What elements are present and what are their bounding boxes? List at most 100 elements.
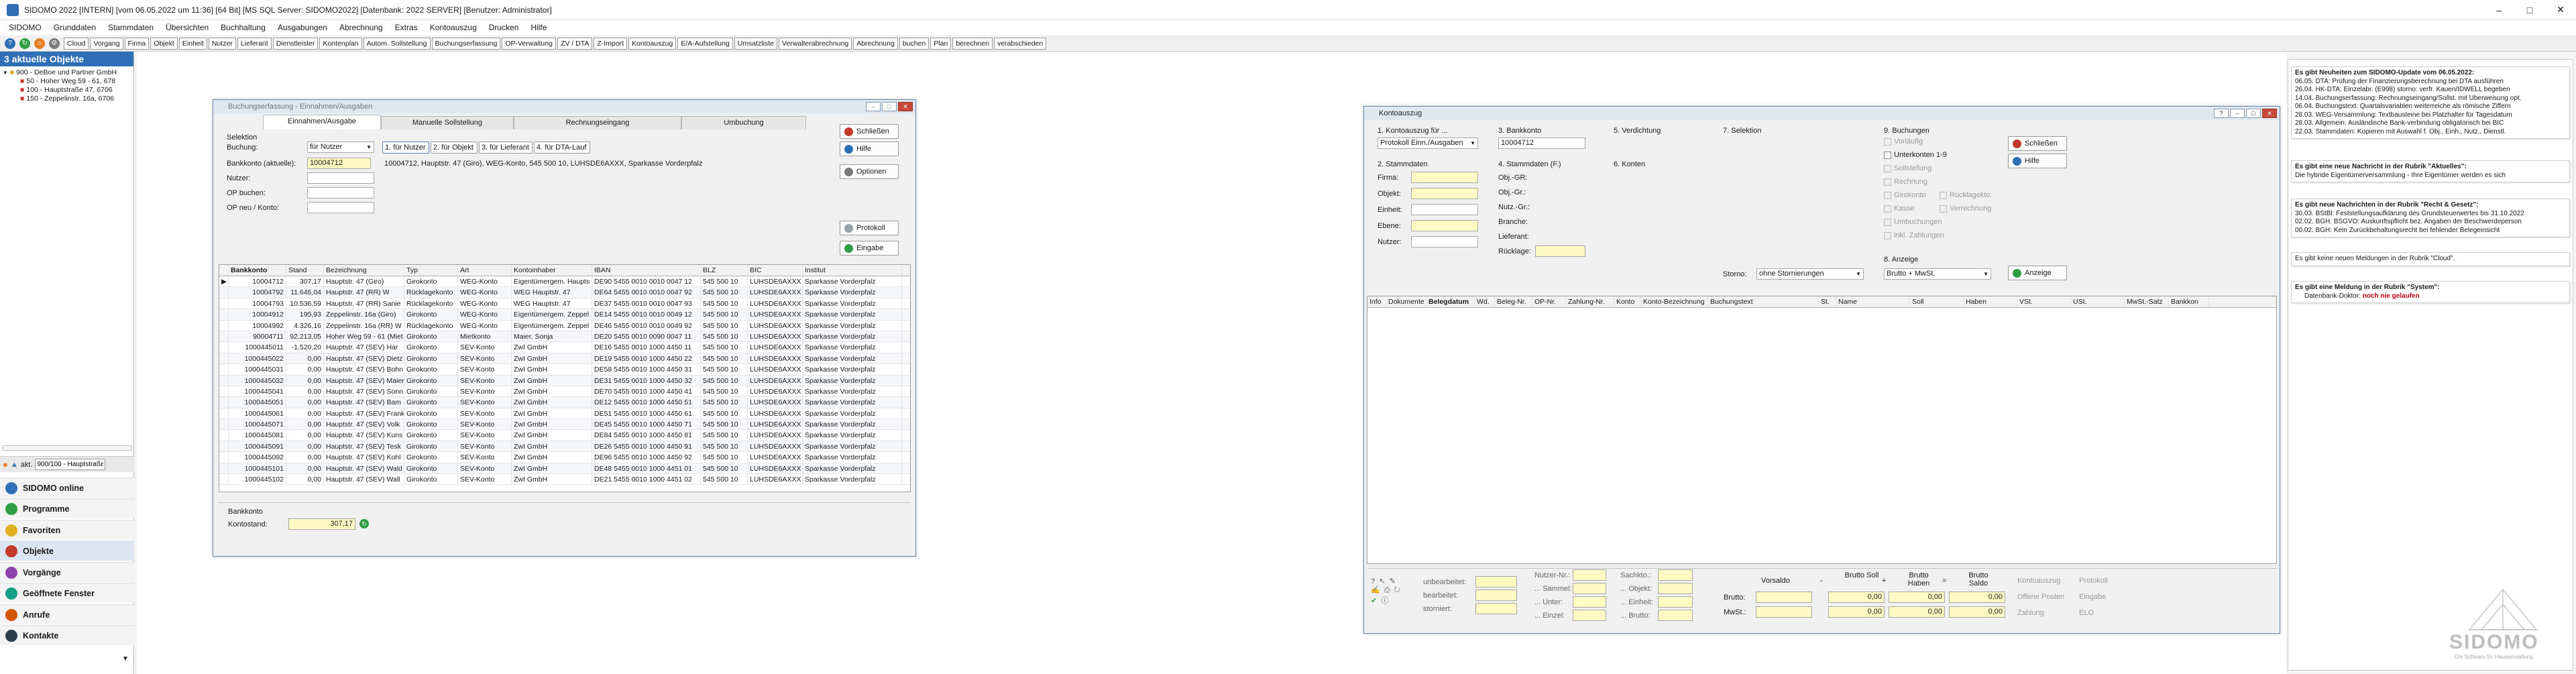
table-row[interactable]: 1000445101 0,00 Hauptstr. 47 (SEV) Wald Gir…: [219, 463, 910, 475]
col-belegdatum[interactable]: Belegdatum: [1426, 296, 1475, 307]
pin-icon[interactable]: ▲: [11, 461, 18, 469]
row-selector[interactable]: [219, 463, 229, 474]
col-soll[interactable]: Soll: [1910, 296, 1964, 307]
row-selector[interactable]: [219, 397, 229, 408]
col-haben[interactable]: Haben: [1964, 296, 2017, 307]
home-icon[interactable]: ⌂: [34, 38, 45, 49]
news-cloud-box[interactable]: Es gibt keine neuen Meldungen in der Rub…: [2291, 252, 2570, 266]
storno-select[interactable]: ohne Stornierungen ▼: [1756, 268, 1864, 280]
row-selector[interactable]: [219, 287, 229, 298]
protokoll-action[interactable]: Protokoll: [2079, 577, 2108, 585]
table-row[interactable]: 10004792 11.646,04 Hauptstr. 47 (RR) W Rück…: [219, 287, 910, 298]
col-art[interactable]: Art: [458, 265, 512, 276]
row-selector[interactable]: [219, 474, 229, 485]
elo-action[interactable]: ELO: [2079, 609, 2094, 617]
close-icon[interactable]: ✕: [2545, 0, 2576, 20]
toolbar-verabschieden-button[interactable]: verabschieden: [993, 37, 1047, 50]
tab-manuelle-sollstellung[interactable]: Manuelle Sollstellung: [381, 116, 514, 129]
nav-geoeffnete-fenster[interactable]: Geöffnete Fenster: [0, 583, 134, 603]
op-konto-input[interactable]: [307, 202, 374, 213]
row-selector[interactable]: [219, 452, 229, 463]
filter-fuer-nutzer-button[interactable]: 1. für Nutzer: [382, 142, 429, 154]
toolbar-zv-dta-button[interactable]: ZV / DTA: [557, 37, 593, 50]
col-bezeichnung[interactable]: Bezeichnung: [324, 265, 404, 276]
toolbar-nutzer-button[interactable]: Nutzer: [208, 37, 236, 50]
toolbar-kontenplan-button[interactable]: Kontenplan: [319, 37, 362, 50]
verrechnung-checkbox[interactable]: Verrechnung: [1940, 205, 1991, 213]
toolbar-plan-button[interactable]: Plan: [930, 37, 952, 50]
toolbar-firma-button[interactable]: Firma: [124, 37, 150, 50]
toolbar-abrechnung-button[interactable]: Abrechnung: [853, 37, 898, 50]
info-icon[interactable]: ⓘ: [1381, 597, 1388, 605]
nutzer-input[interactable]: [1411, 236, 1478, 247]
expand-nav-icon[interactable]: ▼: [122, 655, 129, 663]
help-icon[interactable]: ?: [5, 38, 15, 49]
col-konto-bezeichnung[interactable]: Konto-Bezeichnung: [1641, 296, 1708, 307]
ebene-input[interactable]: [1411, 220, 1478, 231]
hilfe-button[interactable]: Hilfe: [2008, 154, 2067, 168]
menu-extras[interactable]: Extras: [389, 23, 424, 32]
col-dokumente[interactable]: Dokumente: [1386, 296, 1426, 307]
toolbar-buchen-button[interactable]: buchen: [899, 37, 930, 50]
row-selector[interactable]: [219, 408, 229, 419]
menu-drucken[interactable]: Drucken: [483, 23, 525, 32]
toolbar-z-import-button[interactable]: Z-Import: [594, 37, 628, 50]
toolbar-cloud-button[interactable]: Cloud: [64, 37, 89, 50]
window-minimize-icon[interactable]: –: [866, 102, 881, 111]
menu-kontoauszug[interactable]: Kontoauszug: [424, 23, 483, 32]
col-konto[interactable]: Konto: [1614, 296, 1641, 307]
toolbar-objekt-button[interactable]: Objekt: [150, 37, 178, 50]
umbuchungen-checkbox[interactable]: Umbuchungen: [1884, 218, 1942, 226]
news-system-box[interactable]: Es gibt eine Meldung in der Rubrik "Syst…: [2291, 281, 2570, 303]
zahlung-action[interactable]: Zahlung: [2017, 609, 2044, 617]
edit-icon[interactable]: ✍: [1371, 586, 1380, 594]
toolbar-lieferant-button[interactable]: Lieferant: [237, 37, 272, 50]
objekt-input[interactable]: [1411, 188, 1478, 199]
table-row[interactable]: 10004992 4.326,16 Zeppelinstr. 16a (RR) WR…: [219, 320, 910, 331]
refresh-icon[interactable]: ↻: [19, 38, 30, 49]
op-buchen-input[interactable]: [307, 187, 374, 199]
help-icon[interactable]: ?: [1371, 577, 1375, 585]
nutzer-input[interactable]: [307, 172, 374, 184]
col-info[interactable]: Info: [1367, 296, 1386, 307]
table-row[interactable]: 1000445041 0,00 Hauptstr. 47 (SEV) Sonn Gir…: [219, 386, 910, 398]
tab-einnahmen-ausgabe[interactable]: Einnahmen/Ausgabe: [263, 115, 381, 129]
optionen-button[interactable]: Optionen: [840, 164, 899, 179]
toolbar-dienstleister-button[interactable]: Dienstleister: [272, 37, 319, 50]
tree-item-150[interactable]: ■ 150 - Zeppelinstr. 16a, 6706: [3, 95, 133, 103]
table-row[interactable]: 1000445061 0,00 Hauptstr. 47 (SEV) Frank Gi…: [219, 408, 910, 420]
col-bic[interactable]: BIC: [748, 265, 803, 276]
nav-objekte[interactable]: Objekte: [0, 541, 134, 561]
minimize-icon[interactable]: –: [2483, 0, 2514, 20]
col-mwst-satz[interactable]: MwSt.-Satz: [2125, 296, 2169, 307]
nav-programme[interactable]: Programme: [0, 498, 134, 518]
maximize-icon[interactable]: □: [2514, 0, 2545, 20]
toolbar-berechnen-button[interactable]: berechnen: [952, 37, 993, 50]
table-row[interactable]: 1000445051 0,00 Hauptstr. 47 (SEV) Bam Giro…: [219, 397, 910, 408]
table-row[interactable]: 10004912 195,93 Zeppelinstr. 16a (Giro) Gir…: [219, 309, 910, 321]
rechnung-checkbox[interactable]: Rechnung: [1884, 178, 1927, 186]
vorlaeufig-checkbox[interactable]: Vorläufig: [1884, 137, 1923, 146]
table-row[interactable]: 10004793 10.536,59 Hauptstr. 47 (RR) Sanie…: [219, 298, 910, 310]
kasse-checkbox[interactable]: Kasse: [1884, 205, 1915, 213]
bankkonto-input[interactable]: 10004712: [1498, 137, 1585, 149]
menu-buchhaltung[interactable]: Buchhaltung: [215, 23, 272, 32]
row-selector[interactable]: [219, 353, 229, 364]
toolbar-autom-sollstellung-button[interactable]: Autom. Sollstellung: [363, 37, 431, 50]
row-selector[interactable]: [219, 375, 229, 386]
window-minimize-icon[interactable]: –: [2230, 109, 2245, 118]
window-close-icon[interactable]: ✕: [898, 102, 913, 111]
bankkonto-input[interactable]: 10004712: [307, 158, 371, 169]
girokonto-checkbox[interactable]: Girokonto: [1884, 191, 1926, 199]
pen-icon[interactable]: ✎: [1390, 577, 1396, 585]
search-icon[interactable]: ●: [3, 459, 8, 469]
nav-anrufe[interactable]: Anrufe: [0, 604, 134, 624]
refresh-icon[interactable]: ↻: [1394, 586, 1400, 594]
schliessen-button[interactable]: Schließen: [2008, 136, 2067, 151]
col-typ[interactable]: Typ: [404, 265, 458, 276]
news-aktuelles-box[interactable]: Es gibt eine neue Nachricht in der Rubri…: [2291, 160, 2570, 182]
cursor-icon[interactable]: ↖: [1379, 577, 1385, 585]
menu-hilfe[interactable]: Hilfe: [524, 23, 553, 32]
row-selector[interactable]: [219, 342, 229, 353]
tab-rechnungseingang[interactable]: Rechnungseingang: [514, 116, 681, 129]
